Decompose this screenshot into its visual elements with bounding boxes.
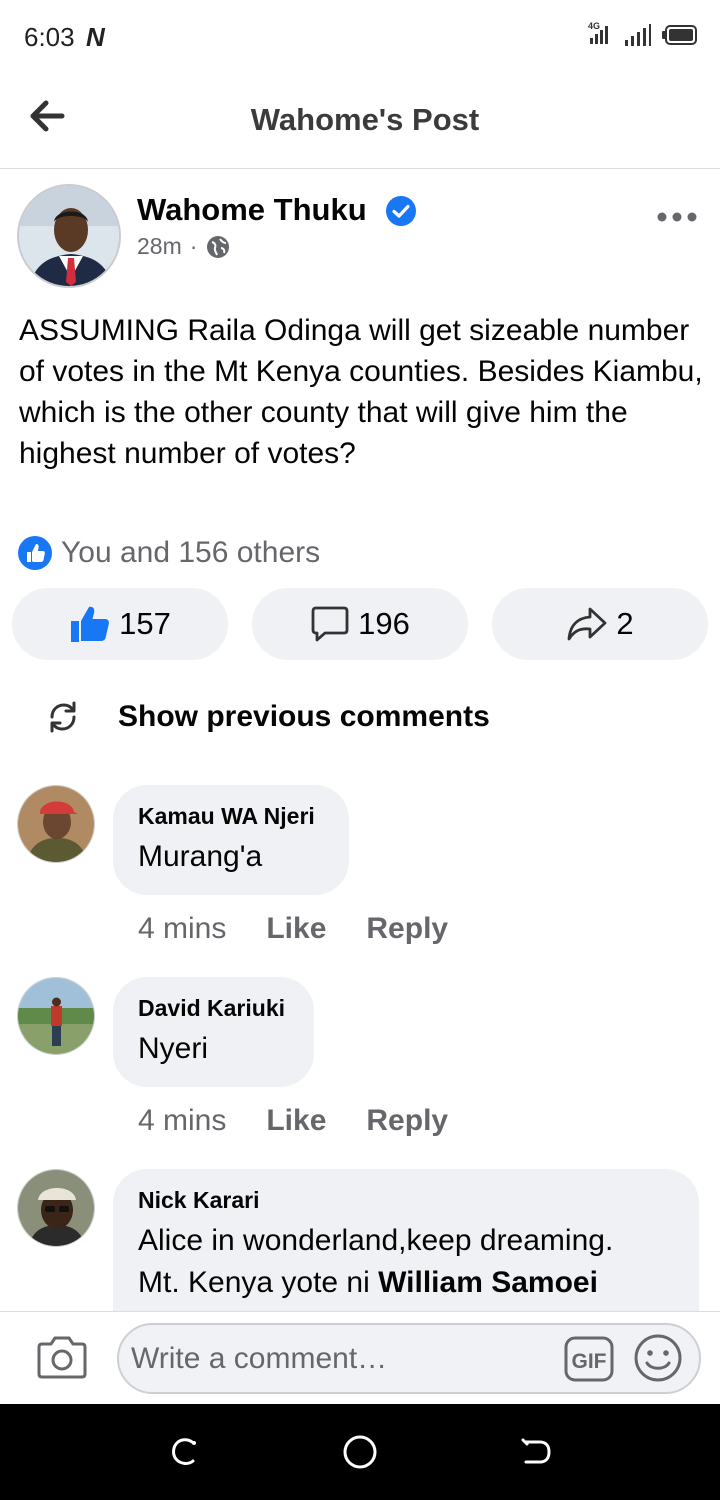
comment-input[interactable]	[131, 1335, 551, 1383]
share-button[interactable]: 2	[492, 588, 708, 660]
status-bar: 6:03 N 4G	[0, 0, 720, 72]
system-navigation-bar	[0, 1404, 720, 1500]
globe-icon	[207, 235, 230, 258]
post-meta: 28m ·	[137, 233, 231, 260]
comment-text-plain: Mt. Kenya yote ni	[138, 1266, 379, 1299]
comment-avatar[interactable]	[17, 785, 95, 863]
recent-apps-icon[interactable]	[166, 1434, 202, 1470]
notification-n-icon: N	[86, 22, 105, 52]
like-button[interactable]: 157	[12, 588, 228, 660]
thumbs-up-icon	[71, 606, 110, 642]
like-reaction-icon	[18, 536, 52, 570]
comment-text: Nyeri	[138, 1032, 209, 1065]
comment-reply-button[interactable]: Reply	[366, 1104, 448, 1138]
refresh-icon	[50, 701, 76, 733]
commenter-name[interactable]: David Kariuki	[138, 995, 288, 1022]
reactions-text: You and 156 others	[61, 536, 321, 569]
comment-text: Murang'a	[138, 840, 263, 873]
svg-text:4G: 4G	[588, 21, 600, 31]
comment-time: 4 mins	[138, 912, 227, 945]
comment-text-line-2: Mt. Kenya yote ni William Samoei	[138, 1262, 673, 1304]
post-text: ASSUMING Raila Odinga will get sizeable …	[19, 314, 703, 470]
author-avatar[interactable]	[17, 184, 121, 288]
signal-icon	[625, 24, 651, 46]
comment-bubble: David Kariuki Nyeri	[113, 977, 314, 1087]
status-time: 6:03	[24, 22, 75, 52]
commenter-name[interactable]: Nick Karari	[138, 1187, 673, 1214]
like-count: 157	[119, 606, 171, 641]
post-time[interactable]: 28m	[137, 233, 182, 260]
emoji-icon[interactable]	[633, 1333, 683, 1383]
signal-4g-icon: 4G	[588, 21, 608, 44]
comment-icon	[311, 606, 349, 642]
meta-separator: ·	[189, 233, 198, 259]
comment-actions: 4 mins Like Reply	[138, 912, 448, 946]
gif-button[interactable]: GIF	[563, 1335, 615, 1383]
gif-icon: GIF	[564, 1336, 614, 1382]
share-count: 2	[616, 606, 634, 641]
home-icon[interactable]	[342, 1434, 378, 1470]
commenter-photo	[18, 786, 94, 862]
comment-like-button[interactable]: Like	[266, 1104, 326, 1138]
more-icon[interactable]	[656, 208, 698, 226]
comment-avatar[interactable]	[17, 977, 95, 1055]
status-icons: 4G	[588, 20, 698, 46]
comment-button[interactable]: 196	[252, 588, 468, 660]
comment-time: 4 mins	[138, 1104, 227, 1137]
back-nav-icon[interactable]	[518, 1434, 554, 1470]
comment-actions: 4 mins Like Reply	[138, 1104, 448, 1138]
comment-bubble: Nick Karari Alice in wonderland,keep dre…	[113, 1169, 699, 1329]
verified-icon	[386, 196, 416, 226]
comment-reply-button[interactable]: Reply	[366, 912, 448, 946]
comment-input-box: GIF	[117, 1323, 701, 1394]
battery-icon	[662, 25, 697, 45]
show-previous-label: Show previous comments	[118, 700, 490, 733]
post-header: Wahome's Post	[0, 72, 720, 169]
comment-avatar[interactable]	[17, 1169, 95, 1247]
comment-text-bold: William Samoei	[378, 1266, 598, 1299]
commenter-name[interactable]: Kamau WA Njeri	[138, 803, 323, 830]
show-previous-comments[interactable]: Show previous comments	[44, 698, 490, 736]
author-name[interactable]: Wahome Thuku	[137, 192, 367, 228]
page-title: Wahome's Post	[250, 102, 480, 137]
svg-text:GIF: GIF	[572, 1350, 607, 1373]
author-avatar-image	[19, 186, 119, 286]
camera-icon[interactable]	[36, 1334, 88, 1380]
comment-text-line-1: Alice in wonderland,keep dreaming.	[138, 1224, 614, 1257]
share-icon	[567, 607, 607, 641]
comment-bubble: Kamau WA Njeri Murang'a	[113, 785, 349, 895]
comment-like-button[interactable]: Like	[266, 912, 326, 946]
commenter-photo	[18, 978, 94, 1054]
comment-count: 196	[358, 606, 410, 641]
commenter-photo	[18, 1170, 94, 1246]
reactions-summary[interactable]: You and 156 others	[17, 535, 320, 571]
comment-composer: GIF	[0, 1311, 720, 1404]
